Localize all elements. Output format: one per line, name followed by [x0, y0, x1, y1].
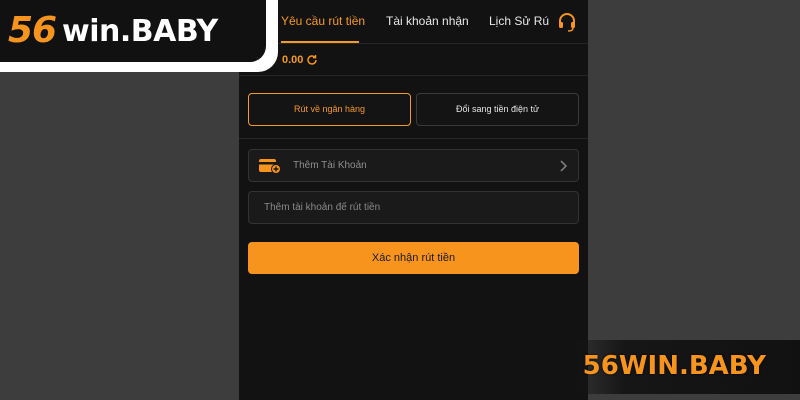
tab-bar: Yêu cầu rút tiền Tài khoản nhận Lịch Sử … [239, 0, 588, 44]
tab-receiving-account[interactable]: Tài khoản nhận [386, 14, 469, 28]
divider [239, 138, 588, 139]
account-input[interactable] [248, 191, 579, 224]
watermark: 56WIN.BABY [556, 340, 800, 394]
chevron-right-icon [560, 160, 567, 172]
crypto-exchange-button[interactable]: Đổi sang tiền điện tử [416, 93, 579, 126]
add-account-label: Thêm Tài Khoản [293, 160, 367, 171]
confirm-withdraw-button[interactable]: Xác nhận rút tiền [248, 242, 579, 274]
watermark-text: 56WIN.BABY [582, 351, 766, 381]
bank-withdraw-button[interactable]: Rút về ngân hàng [248, 93, 411, 126]
tab-withdraw-request[interactable]: Yêu cầu rút tiền [281, 14, 365, 28]
refresh-icon[interactable] [306, 54, 318, 66]
balance-row: ư 0.00 [239, 44, 588, 76]
active-tab-indicator [281, 41, 359, 43]
brand-logo: 56 win.BABY [0, 0, 278, 72]
withdraw-panel: Yêu cầu rút tiền Tài khoản nhận Lịch Sử … [239, 0, 588, 400]
logo-number: 56 [8, 10, 57, 51]
wallet-add-icon [259, 159, 281, 174]
logo-text: win.BABY [62, 14, 218, 49]
tab-history[interactable]: Lịch Sử Rú [489, 14, 549, 28]
logo-backdrop: 56 win.BABY [0, 0, 266, 62]
balance-value: 0.00 [282, 54, 304, 66]
headset-icon[interactable] [557, 12, 577, 32]
add-account-row[interactable]: Thêm Tài Khoản [248, 149, 579, 182]
